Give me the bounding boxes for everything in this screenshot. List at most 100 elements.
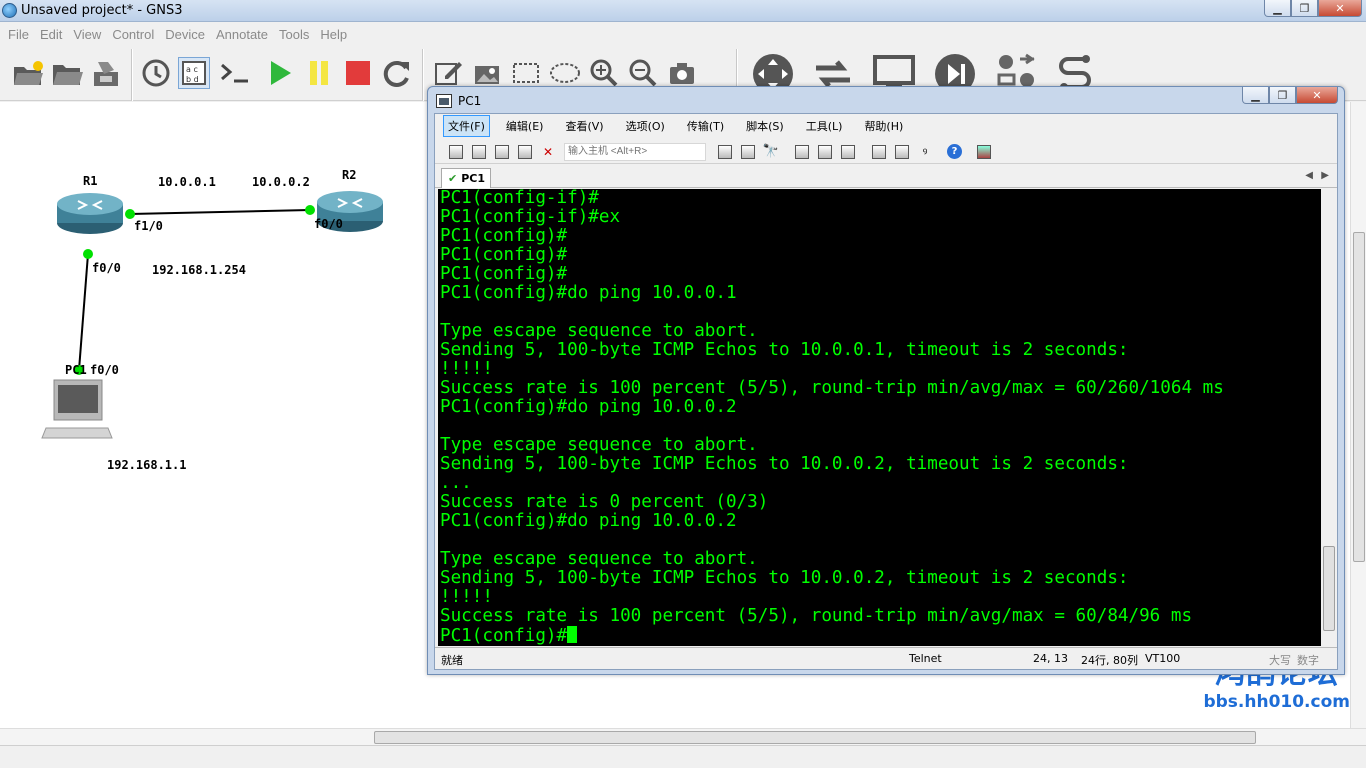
menu-help[interactable]: Help (320, 27, 347, 42)
global-options-icon[interactable] (893, 143, 911, 161)
insert-picture-icon[interactable] (471, 57, 503, 89)
node-label-r1[interactable]: R1 (83, 174, 97, 188)
suspend-icon[interactable] (303, 57, 335, 89)
canvas-vertical-scrollbar[interactable] (1350, 102, 1366, 728)
reconnect-icon[interactable] (516, 143, 534, 161)
menu-tools[interactable]: Tools (279, 27, 309, 42)
terminal-line: PC1(config)#do ping 10.0.0.2 (440, 511, 737, 531)
terminal-menu-view[interactable]: 查看(V) (561, 116, 607, 136)
show-interface-labels-icon[interactable]: a cb d (178, 57, 210, 89)
canvas-horizontal-scroll-thumb[interactable] (374, 731, 1256, 744)
terminal-menu-file[interactable]: 文件(F) (443, 115, 490, 137)
session-tab-label: PC1 (461, 172, 486, 185)
terminal-scroll-thumb[interactable] (1323, 546, 1335, 631)
connect-in-tab-icon[interactable] (493, 143, 511, 161)
open-project-icon[interactable] (12, 57, 44, 89)
quick-connect-icon[interactable] (470, 143, 488, 161)
terminal-line: !!!!! (440, 587, 493, 607)
menu-control[interactable]: Control (112, 27, 154, 42)
svg-text:b d: b d (186, 75, 199, 84)
add-note-icon[interactable] (432, 57, 464, 89)
menu-edit[interactable]: Edit (40, 27, 62, 42)
window-controls: ▁ ❐ ✕ (1264, 0, 1362, 17)
printer-icon[interactable] (839, 143, 857, 161)
terminal-prompt-line: PC1(config)# (438, 626, 1321, 646)
terminal-menu-edit[interactable]: 编辑(E) (502, 116, 548, 136)
terminal-client-area: 文件(F) 编辑(E) 查看(V) 选项(O) 传输(T) 脚本(S) 工具(L… (434, 113, 1338, 670)
terminal-menu-tools[interactable]: 工具(L) (802, 116, 847, 136)
menu-file[interactable]: File (8, 27, 29, 42)
terminal-close-button[interactable]: ✕ (1296, 87, 1338, 104)
terminal-vertical-scrollbar[interactable] (1322, 189, 1336, 646)
draw-rectangle-icon[interactable] (510, 57, 542, 89)
print-setup-icon[interactable] (793, 143, 811, 161)
find-icon[interactable]: 🔭 (762, 143, 780, 161)
save-icon[interactable] (90, 57, 122, 89)
zoom-in-icon[interactable] (588, 57, 620, 89)
connect-icon[interactable] (447, 143, 465, 161)
host-input[interactable] (564, 142, 706, 161)
screenshot-icon[interactable] (666, 57, 698, 89)
session-tab-pc1[interactable]: ✔ PC1 (441, 168, 491, 188)
help-icon[interactable]: ? (947, 144, 962, 159)
reload-icon[interactable] (381, 57, 413, 89)
link-r1-pc1 (78, 253, 89, 371)
menu-device[interactable]: Device (165, 27, 205, 42)
title-bar: Unsaved project* - GNS3 ▁ ❐ ✕ (0, 0, 1366, 22)
terminal-minimize-button[interactable]: ▁ (1242, 87, 1269, 104)
print-icon[interactable] (816, 143, 834, 161)
start-icon[interactable] (264, 57, 296, 89)
terminal-title-area: PC1 (436, 92, 481, 110)
terminal-menu-options[interactable]: 选项(O) (622, 116, 669, 136)
terminal-line: PC1(config)#do ping 10.0.0.2 (440, 397, 737, 417)
pc1-computer-icon[interactable] (41, 379, 113, 439)
r1-f1-0-label: f1/0 (134, 219, 163, 233)
disconnect-icon[interactable]: ✕ (539, 143, 557, 161)
history-icon[interactable] (140, 57, 172, 89)
terminal-menu-script[interactable]: 脚本(S) (742, 116, 788, 136)
console-icon[interactable] (218, 57, 250, 89)
terminal-menu-transfer[interactable]: 传输(T) (683, 116, 728, 136)
terminal-line: Sending 5, 100-byte ICMP Echos to 10.0.0… (440, 454, 1129, 474)
paste-icon[interactable] (739, 143, 757, 161)
menu-view[interactable]: View (73, 27, 101, 42)
router-r1-icon[interactable] (57, 193, 123, 234)
canvas-horizontal-scrollbar[interactable] (0, 728, 1366, 745)
node-label-r2[interactable]: R2 (342, 168, 356, 182)
zoom-out-icon[interactable] (627, 57, 659, 89)
minimize-button[interactable]: ▁ (1264, 0, 1291, 17)
open-folder-icon[interactable] (51, 57, 83, 89)
node-label-pc1[interactable]: PC1 (65, 363, 87, 377)
canvas-vertical-scroll-thumb[interactable] (1353, 232, 1365, 562)
terminal-line: Success rate is 100 percent (5/5), round… (440, 606, 1193, 626)
keymap-icon[interactable]: ꝰ (916, 143, 934, 161)
terminal-menu-bar: 文件(F) 编辑(E) 查看(V) 选项(O) 传输(T) 脚本(S) 工具(L… (435, 114, 1337, 138)
watermark-url: bbs.hh010.com (1203, 692, 1350, 712)
terminal-title: PC1 (458, 94, 482, 108)
terminal-line: !!!!! (440, 359, 493, 379)
pc1-f0-0-label: f0/0 (90, 363, 119, 377)
close-button[interactable]: ✕ (1318, 0, 1362, 17)
r1-lan-ip-label: 192.168.1.254 (152, 263, 246, 277)
menu-annotate[interactable]: Annotate (216, 27, 268, 42)
connected-check-icon: ✔ (448, 172, 458, 185)
status-cursor-position: 24, 13 (1033, 652, 1068, 665)
draw-ellipse-icon[interactable] (549, 57, 581, 89)
session-options-icon[interactable] (870, 143, 888, 161)
terminal-line: Success rate is 100 percent (5/5), round… (440, 378, 1224, 398)
stop-icon[interactable] (342, 57, 374, 89)
terminal-window[interactable]: PC1 ▁ ❐ ✕ 文件(F) 编辑(E) 查看(V) 选项(O) 传输(T) … (427, 86, 1345, 675)
terminal-line: ... (440, 473, 472, 493)
copy-icon[interactable] (716, 143, 734, 161)
terminal-screen[interactable]: PC1(config-if)# PC1(config-if)#ex PC1(conf… (438, 189, 1321, 646)
status-size: 24行, 80列 (1081, 654, 1138, 667)
tab-scroll-left-icon[interactable]: ◀ (1305, 170, 1313, 181)
maximize-button[interactable]: ❐ (1291, 0, 1318, 17)
gns3-logo-icon (2, 3, 17, 18)
terminal-menu-help[interactable]: 帮助(H) (860, 116, 907, 136)
tab-scroll-right-icon[interactable]: ▶ (1321, 170, 1329, 181)
terminal-maximize-button[interactable]: ❐ (1269, 87, 1296, 104)
sftp-icon[interactable] (975, 143, 993, 161)
